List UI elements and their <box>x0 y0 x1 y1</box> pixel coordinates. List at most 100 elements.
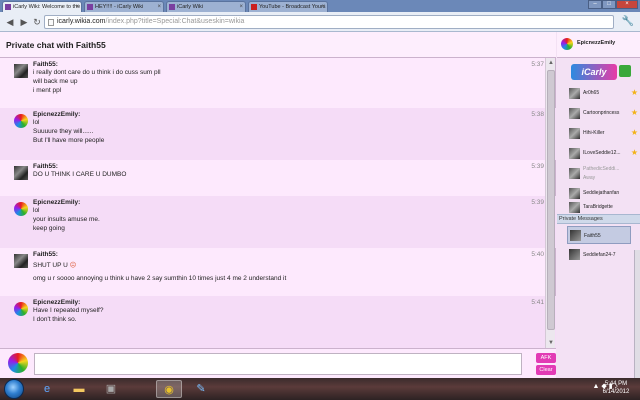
page-icon <box>48 19 54 26</box>
reload-icon[interactable]: ↻ <box>31 16 43 28</box>
message-author: Faith55: <box>33 61 58 68</box>
message-time: 5:38 <box>531 111 544 118</box>
avatar <box>14 302 28 316</box>
message-text: lol <box>33 207 40 214</box>
youtube-favicon-icon <box>251 4 257 10</box>
user-name: Ar0h65 <box>583 90 600 96</box>
browser-tab-0[interactable]: iCarly Wiki: Welcome to the × <box>2 1 82 12</box>
avatar <box>570 230 581 241</box>
media-icon[interactable]: ▣ <box>98 380 124 398</box>
browser-tab-3[interactable]: YouTube - Broadcast Yours × <box>248 1 328 12</box>
close-tab-icon[interactable]: × <box>75 2 79 12</box>
chat-scrollbar[interactable]: ▲ ▼ <box>545 58 555 348</box>
chat-panel: Private chat with Faith55 Faith55: 5:37 … <box>0 32 556 378</box>
forward-icon[interactable]: ▶ <box>18 16 30 28</box>
minimize-icon[interactable]: – <box>588 0 602 9</box>
sidebar-scrollbar[interactable] <box>634 250 640 378</box>
message-time: 5:37 <box>531 61 544 68</box>
chrome-icon[interactable]: ◉ <box>156 380 182 398</box>
user-list-item[interactable]: Hihi-Killer ★ <box>557 124 640 144</box>
taskbar: e ▬ ▣ ◉ ✎ ▲ ◆ ▮ ♪ 5:44 PM 6/14/2012 <box>0 378 640 400</box>
message-text: But I'll have more people <box>33 137 105 144</box>
avatar <box>14 254 28 268</box>
message-text: SHUT UP U ☹ <box>33 261 76 269</box>
message-time: 5:41 <box>531 299 544 306</box>
user-name: ILoveSeddie12... <box>583 150 621 156</box>
avatar <box>14 202 28 216</box>
star-icon: ★ <box>630 108 638 117</box>
wiki-logo[interactable]: iCarly <box>571 64 617 80</box>
avatar <box>569 202 580 213</box>
close-tab-icon[interactable]: × <box>239 2 243 12</box>
wrench-icon[interactable]: 🔧 <box>622 16 634 27</box>
paint-icon[interactable]: ✎ <box>188 380 214 398</box>
tab-title: iCarly Wiki: Welcome to the <box>13 4 81 10</box>
user-name: Seddiejathanfan <box>583 190 620 196</box>
user-name: Seddiefan24-7 <box>583 252 616 258</box>
message-item: EpicnezzEmily: 5:39 lol your insults amu… <box>0 196 556 248</box>
star-icon: ★ <box>630 88 638 97</box>
tab-title: HEY!!!! - iCarly Wiki <box>95 4 144 10</box>
afk-button[interactable]: AFK <box>536 353 556 363</box>
message-text: Have I repeated myself? <box>33 307 104 314</box>
message-input[interactable] <box>34 353 522 375</box>
user-list-item[interactable]: ILoveSeddie12... ★ <box>557 144 640 164</box>
clock[interactable]: 5:44 PM 6/14/2012 <box>596 380 636 396</box>
close-tab-icon[interactable]: × <box>321 2 325 12</box>
tab-title: YouTube - Broadcast Yours <box>259 4 326 10</box>
message-item: Faith55: 5:40 SHUT UP U ☹ omg u r soooo … <box>0 248 556 296</box>
user-list-item[interactable]: PathedicSeddi... Away <box>557 164 640 184</box>
wiki-favicon-icon <box>87 4 93 10</box>
url-path: /index.php?title=Special:Chat&useskin=wi… <box>105 18 245 25</box>
clear-button[interactable]: Clear <box>536 365 556 375</box>
avatar <box>569 128 580 139</box>
browser-tab-2[interactable]: iCarly Wiki × <box>166 1 246 12</box>
avatar <box>14 166 28 180</box>
message-author: Faith55: <box>33 163 58 170</box>
address-bar[interactable]: icarly.wikia.com/index.php?title=Special… <box>44 15 614 29</box>
ie-icon[interactable]: e <box>34 380 60 398</box>
avatar <box>569 249 580 260</box>
avatar <box>569 108 580 119</box>
message-text: omg u r soooo annoying u think u have 2 … <box>33 275 287 282</box>
message-author: EpicnezzEmily: <box>33 199 81 206</box>
user-list-item[interactable]: Ar0h65 ★ <box>557 84 640 104</box>
pm-item-faith55[interactable]: Faith55 <box>567 226 631 244</box>
avatar <box>14 64 28 78</box>
clock-time: 5:44 PM <box>604 381 628 387</box>
message-time: 5:39 <box>531 163 544 170</box>
scroll-up-icon[interactable]: ▲ <box>547 59 555 67</box>
folder-icon[interactable]: ▬ <box>66 380 92 398</box>
avatar <box>561 38 573 50</box>
close-tab-icon[interactable]: × <box>157 2 161 12</box>
scroll-down-icon[interactable]: ▼ <box>547 339 555 347</box>
message-author: EpicnezzEmily: <box>33 299 81 306</box>
browser-tab-1[interactable]: HEY!!!! - iCarly Wiki × <box>84 1 164 12</box>
back-icon[interactable]: ◀ <box>4 16 16 28</box>
star-icon: ★ <box>630 148 638 157</box>
close-window-icon[interactable]: × <box>616 0 638 9</box>
message-text: DO U THINK I CARE U DUMBO <box>33 171 127 178</box>
message-text-part: SHUT UP U <box>33 262 68 269</box>
avatar <box>569 148 580 159</box>
tab-title: iCarly Wiki <box>177 4 203 10</box>
scroll-thumb[interactable] <box>547 70 555 330</box>
pm-item-seddiefan[interactable]: Seddiefan24-7 <box>557 246 633 264</box>
user-list-item[interactable]: Cartoonprincess ★ <box>557 104 640 124</box>
start-orb-icon[interactable] <box>4 379 24 399</box>
avatar <box>14 114 28 128</box>
message-item: EpicnezzEmily: 5:38 lol Suuuure they wil… <box>0 108 556 160</box>
message-text: lol <box>33 119 40 126</box>
message-item: Faith55: 5:37 i really dont care do u th… <box>0 58 556 108</box>
wiki-favicon-icon <box>169 4 175 10</box>
message-list: Faith55: 5:37 i really dont care do u th… <box>0 58 556 348</box>
maximize-icon[interactable]: □ <box>602 0 616 9</box>
message-author: Faith55: <box>33 251 58 258</box>
message-text: I don't think so. <box>33 316 77 323</box>
avatar <box>569 168 580 179</box>
wiki-badge-icon <box>619 65 631 77</box>
avatar <box>569 88 580 99</box>
message-item: Faith55: 5:39 DO U THINK I CARE U DUMBO <box>0 160 556 196</box>
user-name: Faith55 <box>584 233 601 239</box>
star-icon: ★ <box>630 128 638 137</box>
